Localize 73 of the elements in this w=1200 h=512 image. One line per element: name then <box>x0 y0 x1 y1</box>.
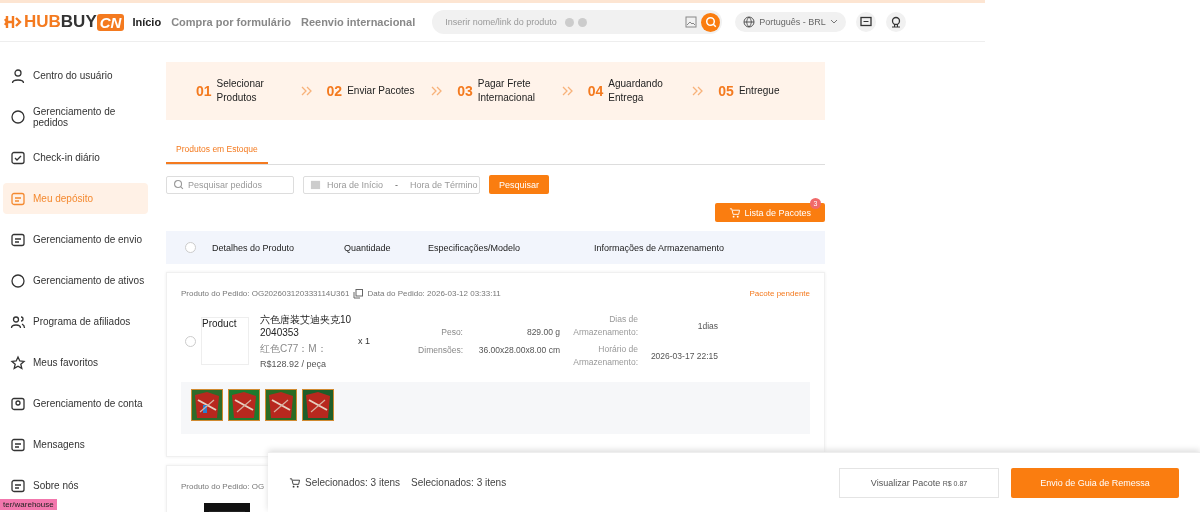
sidebar-item[interactable]: Gerenciamento de ativos <box>3 265 148 296</box>
document-icon <box>10 231 26 248</box>
search-button[interactable] <box>701 12 721 32</box>
nav-link[interactable]: Início <box>132 16 162 28</box>
users-icon <box>10 313 26 330</box>
step-label: Enviar Pacotes <box>347 84 416 98</box>
step-label: Aguardando Entrega <box>608 77 664 105</box>
caret-icon <box>829 19 838 25</box>
select-all-radio[interactable] <box>185 242 196 253</box>
chevron-icon <box>692 86 705 96</box>
storage-days-value: 1dias <box>696 321 718 331</box>
globe-icon <box>743 16 756 28</box>
chevron-icon <box>431 86 444 96</box>
sidebar-item[interactable]: Gerenciamento de envio <box>3 224 148 255</box>
step-number: 04 <box>587 83 604 99</box>
product-spec: 红色C77：M： <box>260 342 328 356</box>
sidebar-item[interactable]: Gerenciamento de pedidos <box>3 101 148 132</box>
sidebar-item[interactable]: Meus favoritos <box>3 347 148 378</box>
star-icon <box>10 354 26 371</box>
quantity: x 1 <box>358 336 371 346</box>
chevron-icon <box>561 86 574 96</box>
support-button[interactable] <box>885 12 906 32</box>
weight-value: 829.00 g <box>525 327 560 337</box>
step-number: 05 <box>718 83 734 99</box>
search-icon <box>704 16 717 28</box>
storage-time-value: 2026-03-17 22:15 <box>649 351 718 361</box>
sidebar-item[interactable]: Sobre nós <box>3 470 148 501</box>
nav-link[interactable]: Compra por formulário <box>171 16 291 28</box>
sidebar-item[interactable]: Centro do usuário <box>3 60 148 91</box>
cart-icon <box>289 477 300 488</box>
column-header: Detalhes do Produto <box>212 242 296 253</box>
order-number: Produto do Pedido: OG202603120333114U361 <box>181 289 350 298</box>
sidebar-item[interactable]: Gerenciamento de conta <box>3 388 148 419</box>
item-radio[interactable] <box>185 335 196 347</box>
order-status: Pacote pendente <box>749 289 810 298</box>
column-header: Quantidade <box>344 242 392 253</box>
message-button[interactable] <box>855 12 876 32</box>
logo[interactable]: HUBBUY CN <box>4 12 125 32</box>
column-header: Especificações/Modelo <box>428 242 522 253</box>
message-icon <box>10 436 26 453</box>
column-header: Informações de Armazenamento <box>594 242 725 253</box>
size-label: Dimensões: <box>417 345 463 355</box>
product-price: R$128.92 / peça <box>260 359 328 369</box>
product-name: 六色唐装艾迪夹克102040353 <box>260 313 353 339</box>
step-number: 03 <box>457 83 473 99</box>
selected-count: Selecionados: 3 itens <box>305 477 401 488</box>
copy-icon[interactable] <box>353 288 364 299</box>
sidebar-item[interactable]: Check-in diário <box>3 142 148 173</box>
language-selector[interactable]: Português - BRL <box>735 12 846 32</box>
storage-time-label: Horário de Armazenamento: <box>572 343 638 369</box>
date-range-field[interactable]: Hora de Início - Hora de Término <box>303 175 480 194</box>
status-url: ter/warehouse <box>0 499 57 510</box>
step-number: 02 <box>326 83 343 99</box>
step-number: 01 <box>196 83 212 99</box>
step-label: Selecionar Produtos <box>216 77 265 105</box>
order-number: Produto do Pedido: OG <box>181 482 265 491</box>
step-label: Entregue <box>738 84 781 98</box>
chevron-icon <box>300 86 313 96</box>
user-icon <box>10 67 26 84</box>
step-label: Pagar Frete Internacional <box>477 77 536 105</box>
sidebar-item[interactable]: Mensagens <box>3 429 148 460</box>
order-date: Data do Pedido: 2026-03-12 03:33:11 <box>367 289 501 298</box>
sidebar-item[interactable]: Programa de afiliados <box>3 306 148 337</box>
image-icon[interactable] <box>685 16 698 28</box>
weight-label: Peso: <box>440 327 463 337</box>
cart-icon <box>729 207 741 218</box>
broken-image: Product <box>201 317 249 365</box>
logo-icon <box>4 14 24 30</box>
storage-days-label: Dias de Armazenamento: <box>572 313 638 339</box>
size-value: 36.00x28.00x8.00 cm <box>477 345 560 355</box>
search-icon <box>173 179 184 190</box>
selected-count: Selecionados: 3 itens <box>411 477 507 488</box>
nav-link[interactable]: Reenvio internacional <box>300 16 416 28</box>
